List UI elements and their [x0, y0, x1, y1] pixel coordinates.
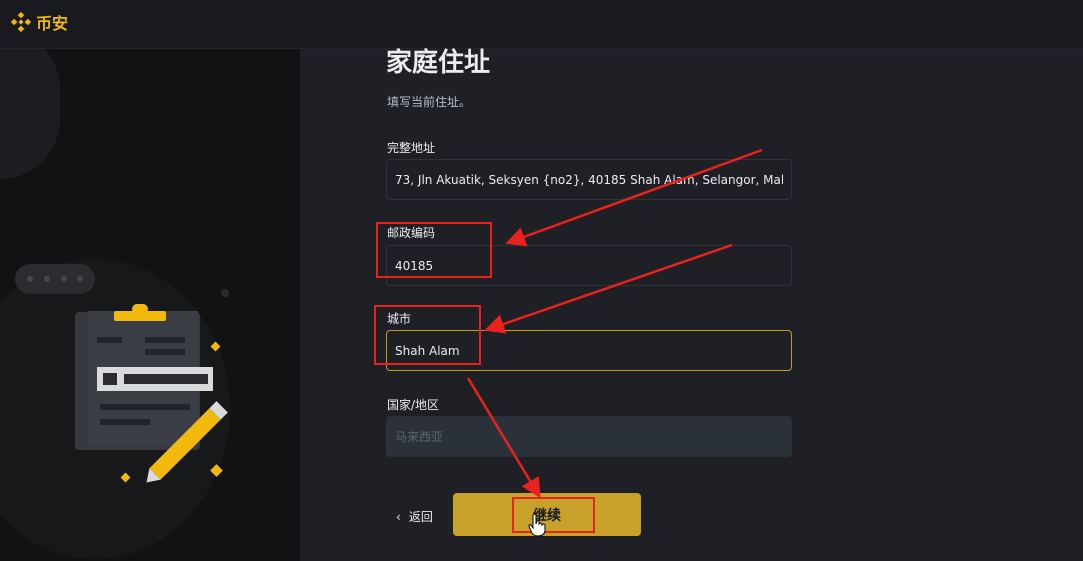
- country-input[interactable]: [386, 416, 792, 457]
- hand-cursor-icon: [528, 513, 546, 537]
- full-address-input[interactable]: [386, 159, 792, 200]
- chevron-left-icon: ‹: [396, 509, 401, 524]
- illustration-panel: [0, 49, 300, 561]
- annotation-box-continue: [512, 497, 595, 533]
- back-button[interactable]: ‹ 返回: [396, 508, 433, 525]
- annotation-box-postal: [376, 222, 492, 278]
- clipboard-illustration: [15, 264, 229, 483]
- binance-logo-icon: [10, 11, 32, 33]
- brand-logo[interactable]: 币安: [10, 10, 68, 34]
- annotation-box-city: [374, 305, 481, 365]
- top-bar: 币安: [0, 0, 1083, 49]
- brand-name: 币安: [36, 14, 69, 33]
- full-address-label: 完整地址: [387, 141, 436, 155]
- page-title: 家庭住址: [386, 48, 491, 78]
- back-label: 返回: [408, 510, 433, 524]
- page-subtitle: 填写当前住址。: [387, 95, 472, 109]
- country-label: 国家/地区: [387, 398, 440, 412]
